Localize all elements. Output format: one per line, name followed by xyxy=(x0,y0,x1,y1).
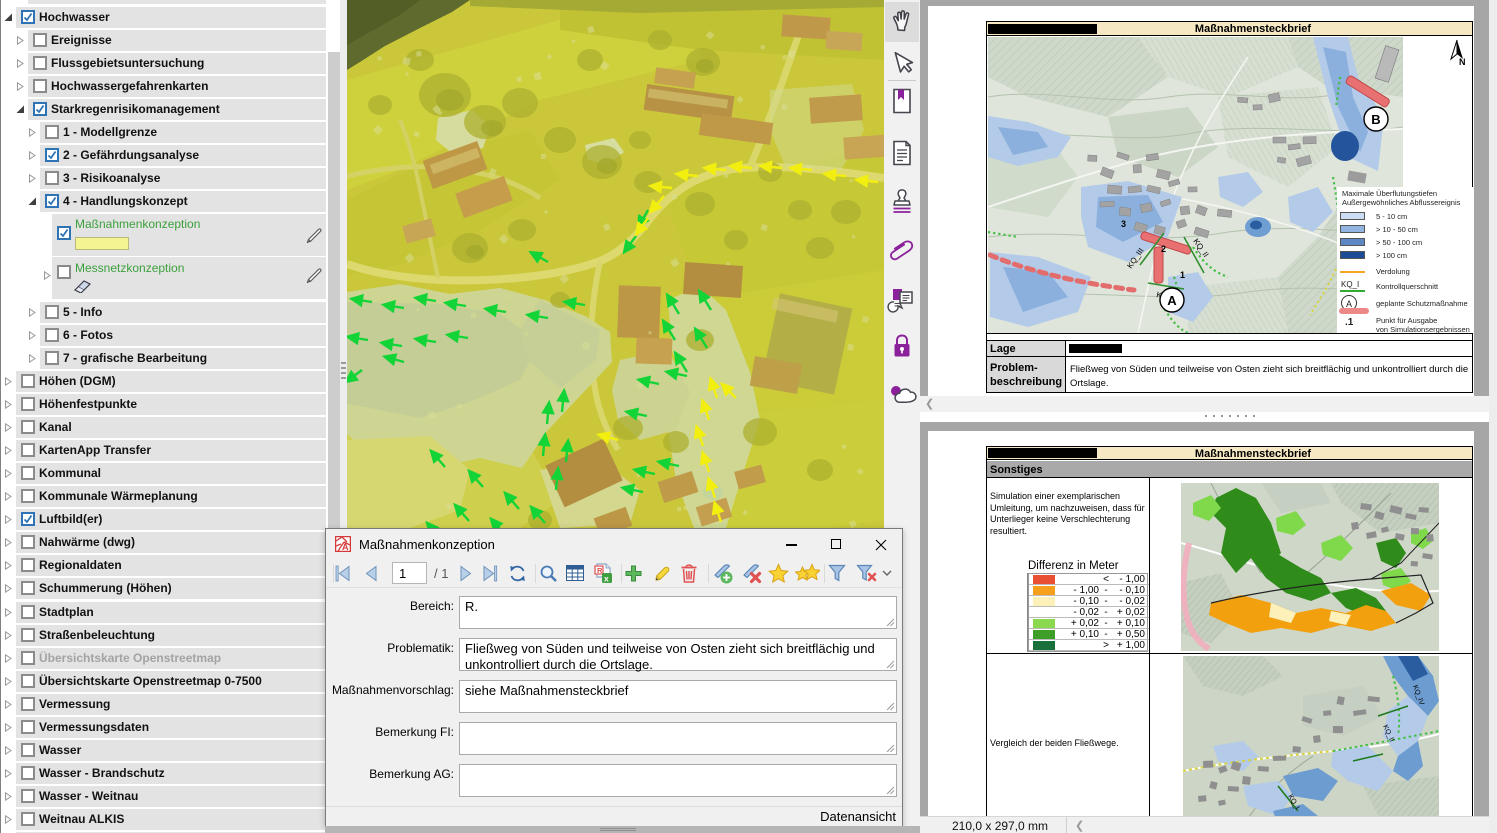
svg-text:x: x xyxy=(604,574,609,584)
svg-text:1: 1 xyxy=(1180,270,1185,280)
svg-text:2: 2 xyxy=(1161,244,1166,254)
svg-text:B: B xyxy=(1371,112,1380,127)
svg-text:R: R xyxy=(597,566,603,575)
svg-text:A: A xyxy=(1167,293,1177,308)
svg-text:3: 3 xyxy=(1121,219,1126,229)
svg-text:A: A xyxy=(342,542,349,552)
svg-text:N: N xyxy=(1459,57,1466,67)
